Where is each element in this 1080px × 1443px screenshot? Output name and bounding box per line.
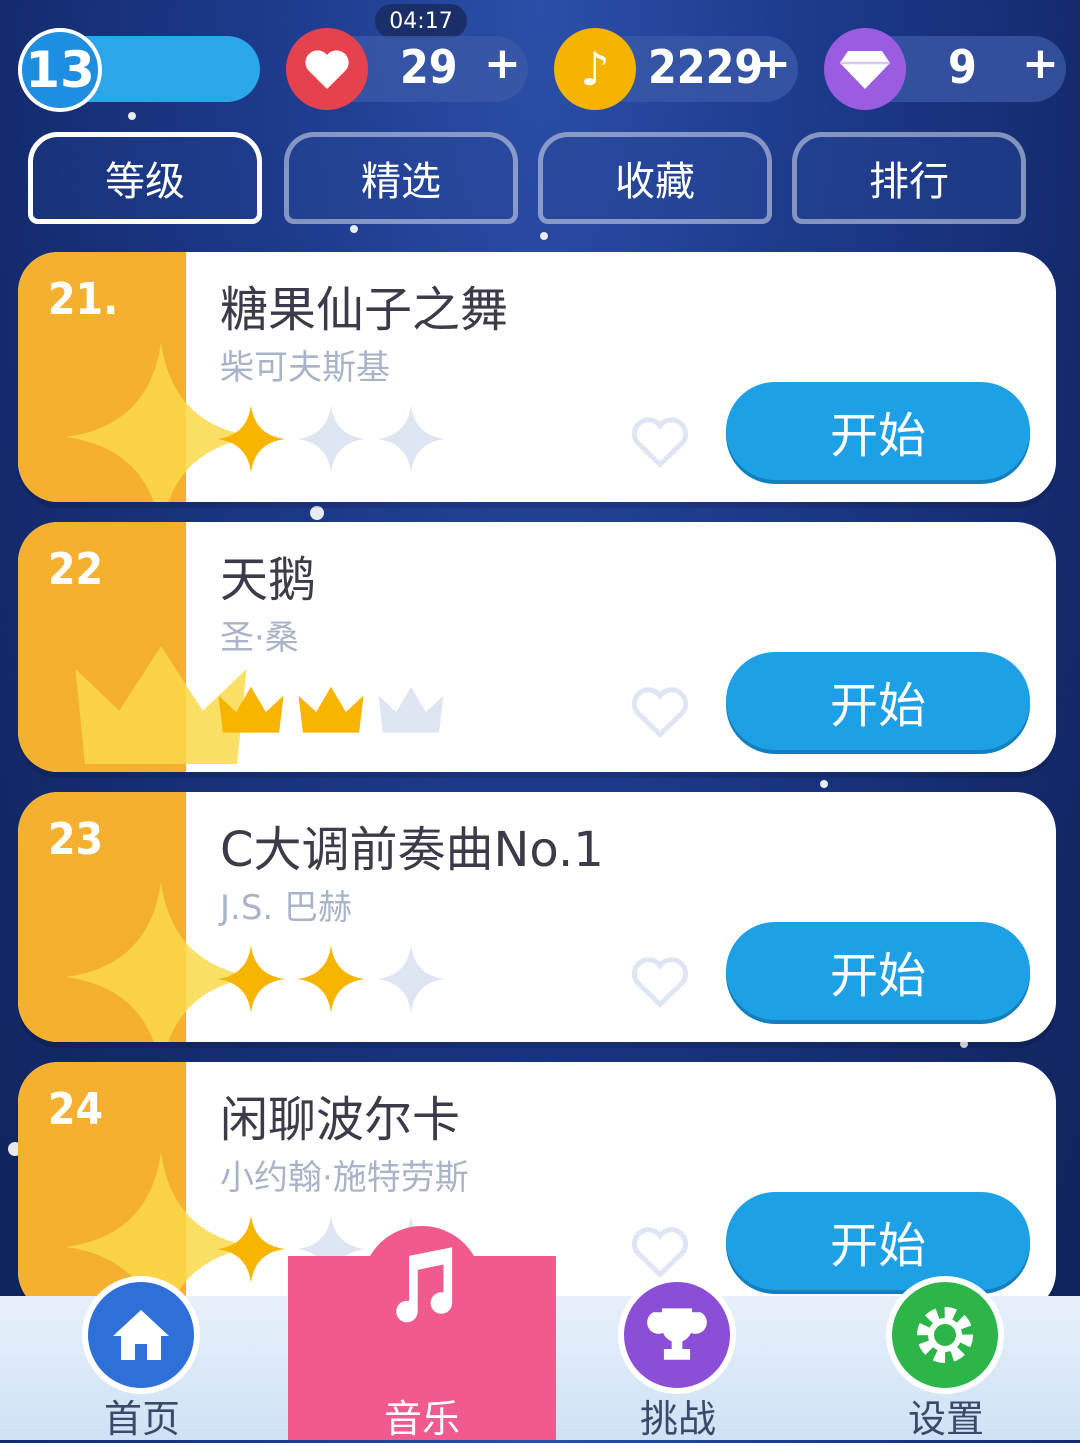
trophy-icon <box>618 1276 736 1394</box>
song-rating <box>214 942 448 1022</box>
start-button[interactable]: 开始 <box>726 922 1030 1020</box>
top-status-bar: 04:17 13 29 + ♪ 2229 + 9 + <box>0 0 1080 120</box>
song-card: 22 天鹅 圣·桑 开始 <box>18 522 1056 772</box>
favorite-heart-icon[interactable] <box>630 1224 690 1280</box>
gear-icon <box>886 1276 1004 1394</box>
song-title: 天鹅 <box>220 552 317 608</box>
home-icon <box>82 1276 200 1394</box>
nav-music-label: 音乐 <box>383 1397 460 1441</box>
lives-count: 29 <box>400 40 458 94</box>
tab-favorites[interactable]: 收藏 <box>538 132 772 224</box>
music-note-coin-icon: ♪ <box>554 28 636 110</box>
nav-music[interactable]: 音乐 <box>288 1226 556 1441</box>
diamonds-count: 9 <box>948 40 977 94</box>
player-level-badge: 13 <box>18 28 102 112</box>
tab-level[interactable]: 等级 <box>28 132 262 224</box>
song-artist: J.S. 巴赫 <box>220 888 353 928</box>
crown-filled-icon <box>218 686 284 733</box>
star-empty-icon <box>376 404 446 474</box>
star-filled-icon <box>216 1214 286 1284</box>
add-diamonds-button[interactable]: + <box>1022 38 1059 89</box>
song-card: 23 C大调前奏曲No.1 J.S. 巴赫 开始 <box>18 792 1056 1042</box>
music-note-icon <box>362 1226 482 1346</box>
nav-home-label: 首页 <box>103 1397 180 1441</box>
song-title: 糖果仙子之舞 <box>220 282 509 338</box>
diamond-icon <box>824 28 906 110</box>
star-empty-icon <box>296 404 366 474</box>
song-artist: 小约翰·施特劳斯 <box>220 1158 469 1198</box>
star-empty-icon <box>376 944 446 1014</box>
nav-home[interactable]: 首页 <box>42 1276 242 1441</box>
star-filled-icon <box>216 404 286 474</box>
song-title: C大调前奏曲No.1 <box>220 822 604 878</box>
song-rank: 21. <box>48 274 119 325</box>
start-button[interactable]: 开始 <box>726 382 1030 480</box>
song-rank: 24 <box>48 1084 104 1135</box>
tab-ranking[interactable]: 排行 <box>792 132 1026 224</box>
start-button[interactable]: 开始 <box>726 652 1030 750</box>
add-lives-button[interactable]: + <box>484 38 521 89</box>
star-filled-icon <box>216 944 286 1014</box>
song-rank: 23 <box>48 814 104 865</box>
nav-challenge-label: 挑战 <box>639 1397 716 1441</box>
crown-filled-icon <box>298 686 364 733</box>
add-notes-button[interactable]: + <box>754 38 791 89</box>
nav-settings[interactable]: 设置 <box>846 1276 1046 1441</box>
song-artist: 圣·桑 <box>220 618 299 658</box>
crown-empty-icon <box>378 686 444 733</box>
song-rank: 22 <box>48 544 104 595</box>
favorite-heart-icon[interactable] <box>630 954 690 1010</box>
heart-icon <box>286 28 368 110</box>
favorite-heart-icon[interactable] <box>630 684 690 740</box>
song-title: 闲聊波尔卡 <box>220 1092 461 1148</box>
song-artist: 柴可夫斯基 <box>220 348 390 388</box>
song-rating <box>214 672 448 752</box>
clock: 04:17 <box>375 4 467 38</box>
song-card: 21. 糖果仙子之舞 柴可夫斯基 开始 <box>18 252 1056 502</box>
start-button[interactable]: 开始 <box>726 1192 1030 1290</box>
favorite-heart-icon[interactable] <box>630 414 690 470</box>
nav-settings-label: 设置 <box>907 1397 984 1441</box>
song-rating <box>214 402 448 482</box>
tab-featured[interactable]: 精选 <box>284 132 518 224</box>
bottom-navigation: 首页 音乐 挑战 设置 <box>0 1226 1080 1441</box>
star-filled-icon <box>296 944 366 1014</box>
notes-count: 2229 <box>648 40 764 94</box>
nav-challenge[interactable]: 挑战 <box>578 1276 778 1441</box>
